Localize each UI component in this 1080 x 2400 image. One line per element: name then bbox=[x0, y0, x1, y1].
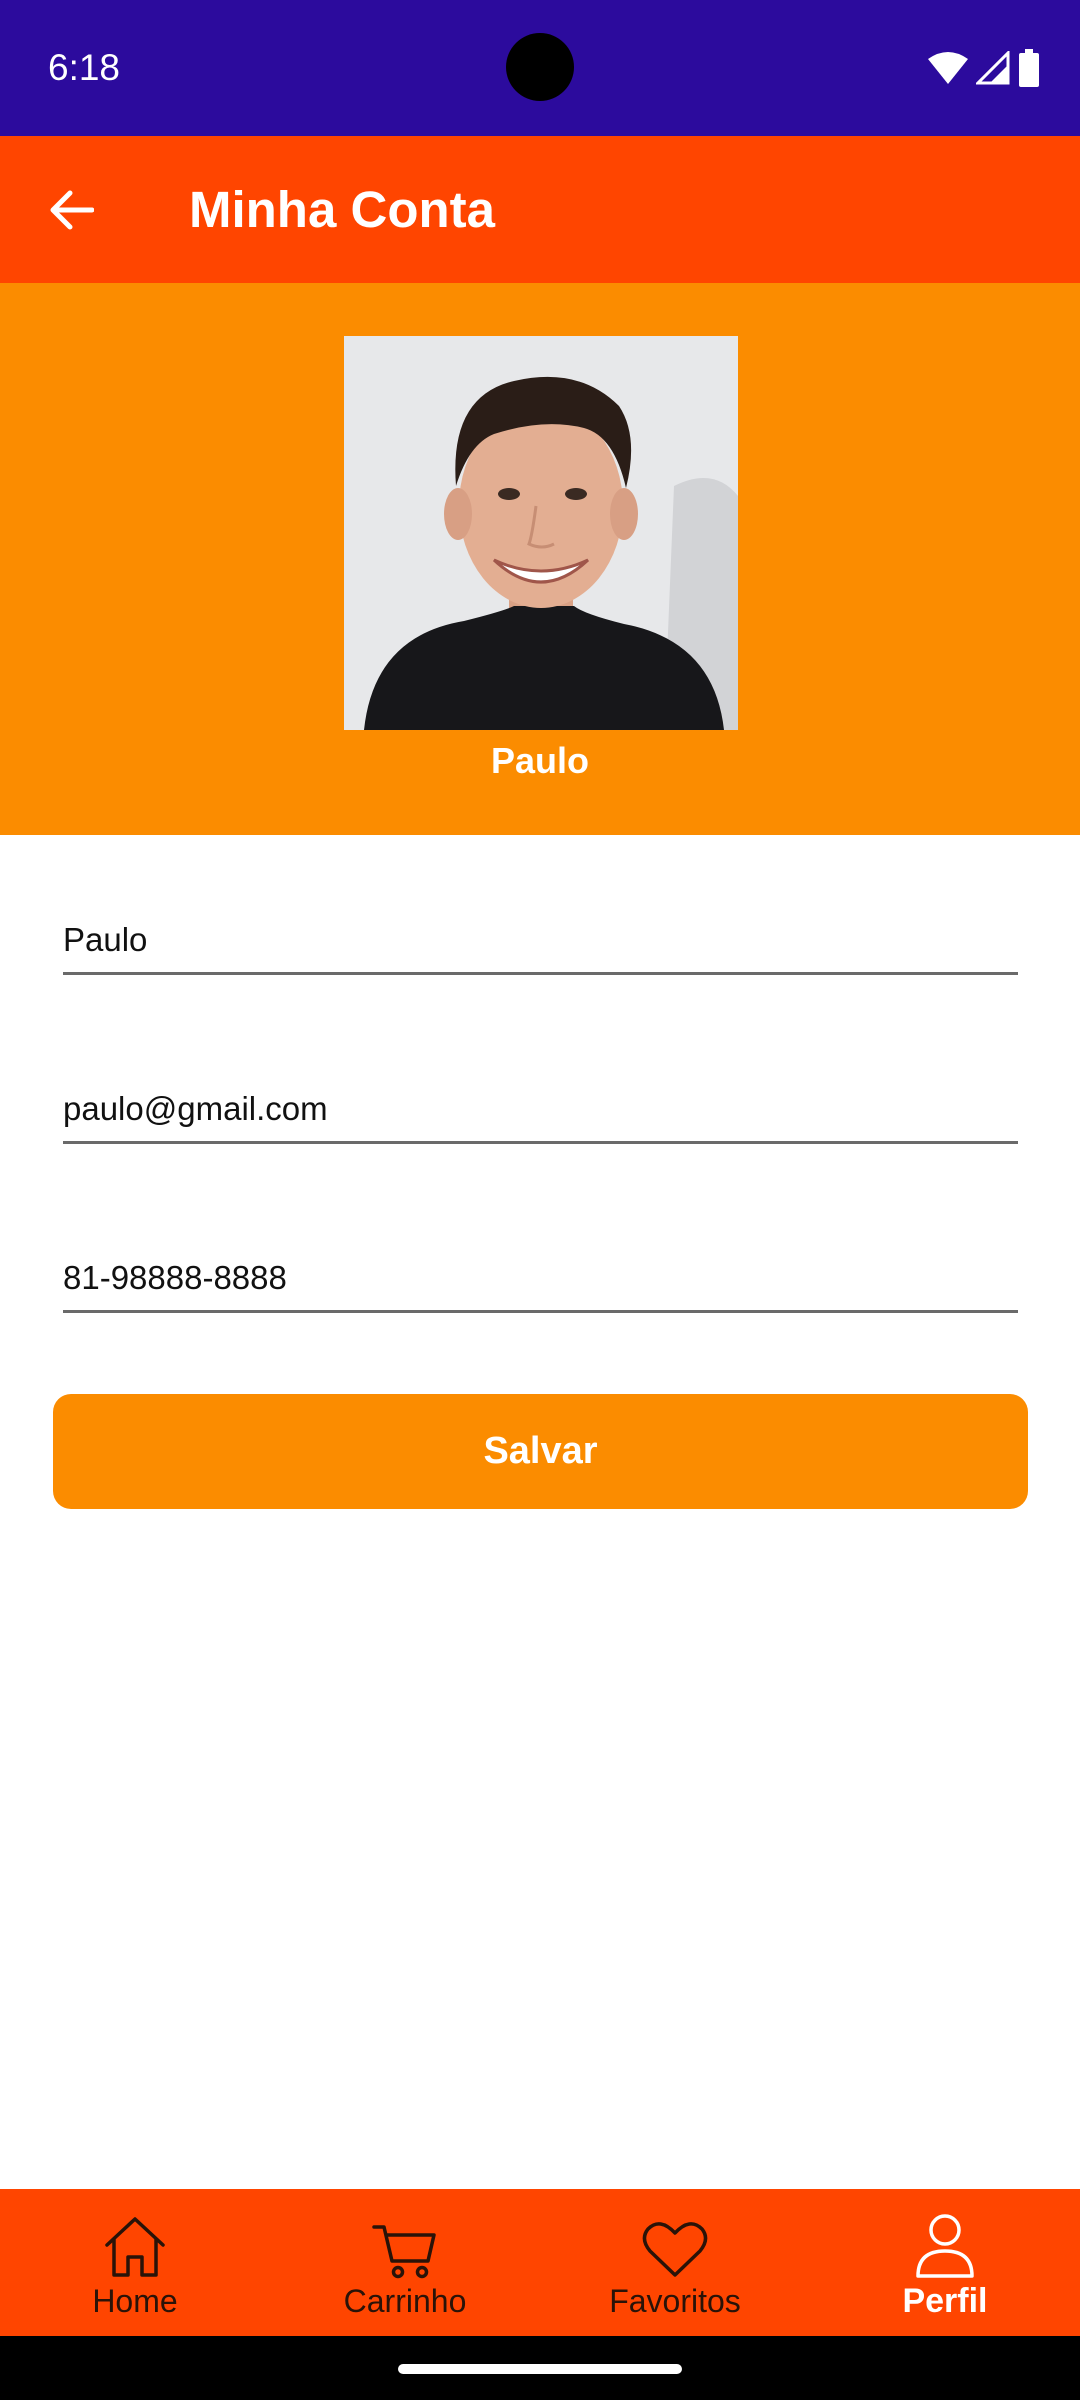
name-input[interactable] bbox=[63, 912, 1018, 968]
back-button[interactable] bbox=[36, 182, 106, 238]
status-bar: 6:18 bbox=[0, 0, 1080, 136]
phone-field bbox=[63, 1250, 1018, 1313]
battery-icon bbox=[1019, 49, 1039, 87]
avatar[interactable] bbox=[344, 336, 738, 730]
page-title: Minha Conta bbox=[189, 181, 495, 238]
heart-icon bbox=[642, 2222, 708, 2277]
wifi-icon bbox=[928, 52, 968, 84]
cart-icon bbox=[372, 2225, 436, 2279]
status-time: 6:18 bbox=[48, 47, 121, 88]
nav-label-carrinho: Carrinho bbox=[343, 2283, 467, 2319]
app-bar: Minha Conta bbox=[0, 136, 1080, 283]
nav-label-perfil: Perfil bbox=[902, 2282, 988, 2320]
email-field bbox=[63, 1081, 1018, 1144]
camera-cutout bbox=[506, 33, 574, 101]
profile-photo bbox=[344, 336, 738, 730]
nav-item-home[interactable]: Home bbox=[0, 2189, 270, 2336]
system-nav-bar bbox=[0, 2336, 1080, 2400]
name-field bbox=[63, 912, 1018, 975]
person-icon bbox=[916, 2214, 974, 2278]
status-icons bbox=[928, 48, 1040, 88]
nav-item-favoritos[interactable]: Favoritos bbox=[540, 2189, 810, 2336]
nav-item-perfil[interactable]: Perfil bbox=[810, 2189, 1080, 2336]
nav-label-favoritos: Favoritos bbox=[609, 2283, 741, 2319]
home-indicator[interactable] bbox=[398, 2364, 682, 2374]
profile-name: Paulo bbox=[490, 740, 589, 781]
save-button[interactable]: Salvar bbox=[53, 1394, 1028, 1509]
home-icon bbox=[105, 2217, 165, 2277]
signal-icon bbox=[976, 51, 1010, 85]
arrow-left-icon bbox=[50, 190, 94, 230]
profile-header: Paulo bbox=[0, 283, 1080, 835]
email-input[interactable] bbox=[63, 1081, 1018, 1137]
bottom-nav: Home Carrinho Favoritos Perfil bbox=[0, 2189, 1080, 2336]
nav-item-carrinho[interactable]: Carrinho bbox=[270, 2189, 540, 2336]
nav-label-home: Home bbox=[92, 2283, 178, 2319]
phone-input[interactable] bbox=[63, 1250, 1018, 1306]
